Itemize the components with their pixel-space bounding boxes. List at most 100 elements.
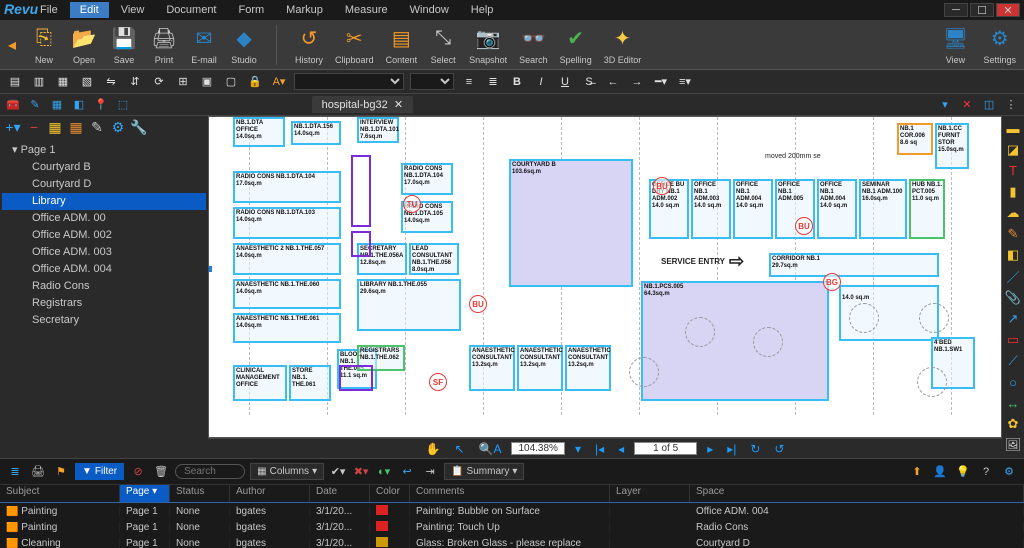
menu-document[interactable]: Document	[156, 2, 226, 18]
remove-icon[interactable]: −	[25, 118, 43, 136]
user-icon[interactable]: 👤	[931, 463, 949, 481]
gear-icon[interactable]: ⚙	[109, 118, 127, 136]
col-status[interactable]: Status	[170, 485, 230, 502]
menu-measure[interactable]: Measure	[335, 2, 398, 18]
room[interactable]: CLINICAL MANAGEMENT OFFICE	[233, 365, 287, 401]
room[interactable]: OFFICE NB.1 ADM.00314.0 sq.m	[691, 179, 731, 239]
col-comments[interactable]: Comments	[410, 485, 610, 502]
panel-options-icon[interactable]: ⋮	[1002, 96, 1020, 114]
pan-icon[interactable]: ✋	[422, 442, 445, 456]
room[interactable]: SEMINAR NB.1 ADM.10016.0sq.m	[859, 179, 907, 239]
tree-item[interactable]: Office ADM. 004	[2, 261, 206, 278]
flip-v-icon[interactable]: ⇵	[126, 73, 144, 91]
cloud-icon[interactable]: ☁	[1004, 204, 1022, 221]
tool-icon[interactable]: 🔧	[130, 118, 148, 136]
col-author[interactable]: Author	[230, 485, 310, 502]
maximize-button[interactable]: ☐	[970, 3, 994, 17]
align-center-icon[interactable]: ▥	[30, 73, 48, 91]
room[interactable]: NB.1.DTA.15614.0sq.m	[291, 121, 341, 145]
pen-icon[interactable]: ✎	[26, 96, 44, 114]
arrow-right-icon[interactable]: →	[628, 73, 646, 91]
text-icon[interactable]: T	[1004, 162, 1022, 179]
rect-icon[interactable]: ▭	[1004, 332, 1022, 349]
gear2-icon[interactable]: ⚙	[1000, 463, 1018, 481]
thumbnail-icon[interactable]: ▦	[48, 96, 66, 114]
tree-item[interactable]: Courtyard D	[2, 176, 206, 193]
ribbon-3d editor[interactable]: ✦3D Editor	[604, 25, 642, 65]
room[interactable]: OFFICE NB.1 ADM.00414.0 sq.m	[817, 179, 857, 239]
prev-page-icon[interactable]: ◂	[614, 442, 628, 456]
menu-view[interactable]: View	[111, 2, 155, 18]
eraser-icon[interactable]: ◧	[1004, 246, 1022, 263]
menu-help[interactable]: Help	[461, 2, 504, 18]
room[interactable]: HUB NB.1. PCT.00511.0 sq.m	[909, 179, 945, 239]
ribbon-history[interactable]: ↺History	[295, 25, 323, 65]
note-icon[interactable]: ▬	[1004, 120, 1022, 137]
room[interactable]: RADIO CONS NB.1.DTA.10314.0sq.m	[233, 207, 341, 239]
col-page[interactable]: Page ▾	[120, 485, 170, 502]
document-viewport[interactable]: NB.1.DTA OFFICE14.0sq.mNB.1.DTA.15614.0s…	[208, 116, 1002, 438]
resize-handle-left[interactable]	[208, 265, 213, 273]
summary-button[interactable]: 📋 Summary ▾	[444, 463, 524, 480]
stamp-bg[interactable]: BG	[823, 273, 841, 291]
col-space[interactable]: Space	[690, 485, 1024, 502]
stamp-tu[interactable]: TU	[403, 195, 421, 213]
tree-item[interactable]: Secretary	[2, 312, 206, 329]
room[interactable]: RADIO CONS NB.1.DTA.10417.0sq.m	[233, 171, 341, 203]
line-style-icon[interactable]: ━▾	[652, 73, 670, 91]
bookmark-icon[interactable]: ◧	[70, 96, 88, 114]
room[interactable]: INTERVIEW NB.1.DTA.1017.6sq.m	[357, 117, 399, 143]
stamp-bu[interactable]: BU	[469, 295, 487, 313]
ribbon-clipboard[interactable]: ✂Clipboard	[335, 25, 374, 65]
polyline-icon[interactable]: ⟋	[1004, 353, 1022, 370]
font-select[interactable]	[294, 73, 404, 90]
first-page-icon[interactable]: |◂	[591, 442, 608, 456]
callout-icon[interactable]: ◪	[1004, 141, 1022, 158]
bring-front-icon[interactable]: ▣	[198, 73, 216, 91]
underline-icon[interactable]: U	[556, 73, 574, 91]
col-layer[interactable]: Layer	[610, 485, 690, 502]
ribbon-spelling[interactable]: ✔Spelling	[560, 25, 592, 65]
next-page-icon[interactable]: ▸	[703, 442, 717, 456]
text-align-center-icon[interactable]: ≣	[484, 73, 502, 91]
menu-window[interactable]: Window	[400, 2, 459, 18]
bulb-icon[interactable]: 💡	[954, 463, 972, 481]
stamp-sf[interactable]: SF	[429, 373, 447, 391]
ribbon-view[interactable]: 🖥View	[941, 25, 969, 65]
ribbon-save[interactable]: 💾Save	[110, 25, 138, 65]
spaces-icon[interactable]: ⬚	[114, 96, 132, 114]
ribbon-e-mail[interactable]: ✉E-mail	[190, 25, 218, 65]
x-icon[interactable]: ✖▾	[352, 463, 370, 481]
room[interactable]: RADIO CONS NB.1.DTA.10417.0sq.m	[401, 163, 453, 195]
markup-search[interactable]	[175, 464, 245, 479]
distribute-icon[interactable]: ▧	[78, 73, 96, 91]
reply-icon[interactable]: ↩	[398, 463, 416, 481]
room[interactable]: LEAD CONSULTANT NB.1.THE.0568.0sq.m	[409, 243, 459, 275]
help-icon[interactable]: ?	[977, 463, 995, 481]
italic-icon[interactable]: I	[532, 73, 550, 91]
trash-icon[interactable]: 🗑	[152, 463, 170, 481]
room[interactable]: ANAESTHETIC 2 NB.1.THE.05714.0sq.m	[233, 243, 341, 275]
ellipse-icon[interactable]: ○	[1004, 374, 1022, 391]
menu-edit[interactable]: Edit	[70, 2, 109, 18]
col-color[interactable]: Color	[370, 485, 410, 502]
list-icon[interactable]: ≣	[6, 463, 24, 481]
menu-file[interactable]: File	[30, 2, 68, 18]
group-icon[interactable]: ⊞	[174, 73, 192, 91]
tab-down-icon[interactable]: ▾	[936, 96, 954, 114]
col-subject[interactable]: Subject	[0, 485, 120, 502]
col-date[interactable]: Date	[310, 485, 370, 502]
columns-button[interactable]: ▦ Columns ▾	[250, 463, 324, 480]
export-icon[interactable]: 🖨	[29, 463, 47, 481]
line-weight-icon[interactable]: ≡▾	[676, 73, 694, 91]
ribbon-select[interactable]: ⤡Select	[429, 25, 457, 65]
arrow-icon[interactable]: ↗	[1004, 311, 1022, 328]
room[interactable]: ANAESTHETIC CONSULTANT13.2sq.m	[565, 345, 611, 391]
pen2-icon[interactable]: ✎	[1004, 225, 1022, 242]
pin-icon[interactable]: 📍	[92, 96, 110, 114]
filter-button[interactable]: ▼ Filter	[75, 463, 124, 480]
rotate-ccw-icon[interactable]: ↺	[770, 442, 788, 456]
stamp-bu[interactable]: BU	[653, 177, 671, 195]
zoom-level[interactable]: 104.38%	[511, 442, 564, 455]
stamp-icon[interactable]: ✿	[1004, 416, 1022, 433]
